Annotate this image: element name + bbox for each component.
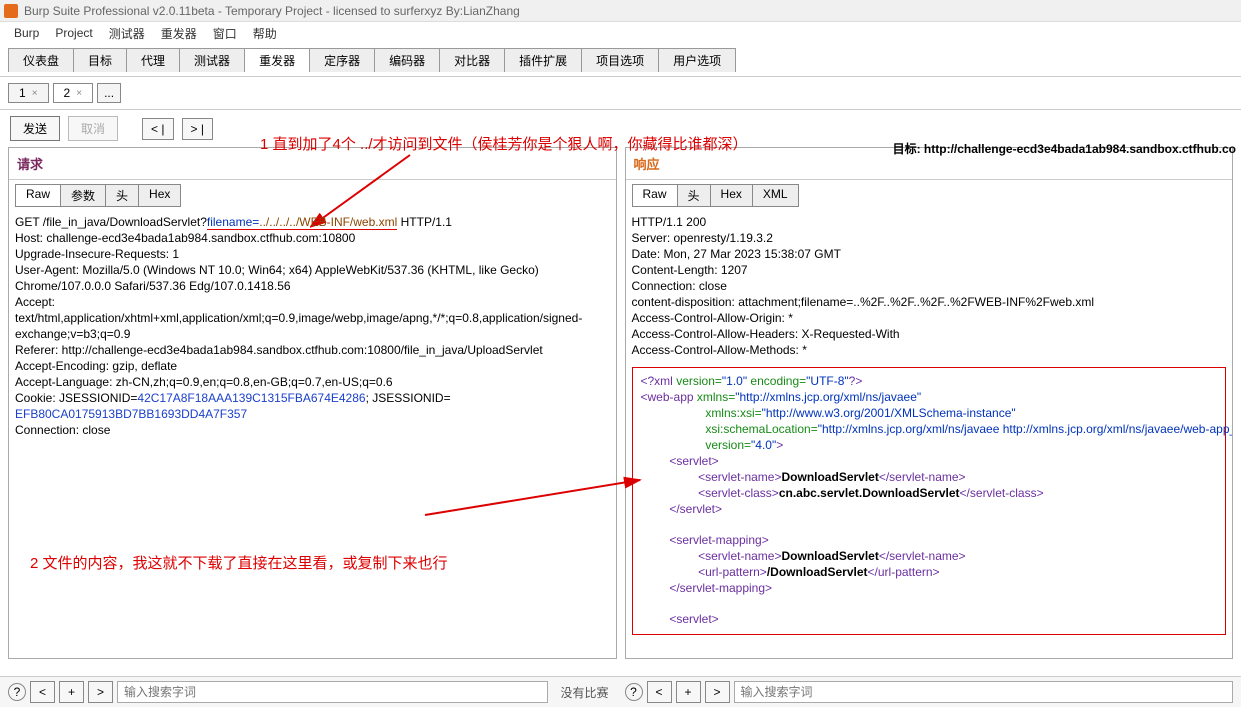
annotation-1: 1 直到加了4个 ../才访问到文件（侯桂芳你是个狠人啊，你藏得比谁都深） — [260, 133, 748, 154]
footer-left: ? < + > 没有比赛 — [8, 681, 617, 703]
search-prev[interactable]: < — [647, 681, 672, 703]
request-viewtabs: Raw 参数 头 Hex — [9, 180, 616, 211]
tab-comparer[interactable]: 对比器 — [439, 48, 505, 72]
footer: ? < + > 没有比赛 ? < + > — [0, 676, 1241, 707]
subtab-more[interactable]: ... — [97, 83, 121, 103]
menu-window[interactable]: 窗口 — [207, 23, 243, 44]
footer-right: ? < + > — [625, 681, 1234, 703]
no-match-label: 没有比赛 — [552, 684, 616, 701]
search-prev[interactable]: < — [30, 681, 55, 703]
res-view-headers[interactable]: 头 — [677, 184, 711, 207]
request-body[interactable]: GET /file_in_java/DownloadServlet?filena… — [9, 211, 616, 658]
target-label: 目标: http://challenge-ecd3e4bada1ab984.sa… — [893, 140, 1236, 157]
subtab-2[interactable]: 2× — [53, 83, 94, 103]
tab-useropts[interactable]: 用户选项 — [658, 48, 736, 72]
main-tabs: 仪表盘 目标 代理 测试器 重发器 定序器 编码器 对比器 插件扩展 项目选项 … — [0, 44, 1241, 77]
close-icon[interactable]: × — [76, 88, 82, 99]
nav-prev[interactable]: < | — [142, 118, 173, 140]
subtab-1[interactable]: 1× — [8, 83, 49, 103]
search-input-right[interactable] — [734, 681, 1233, 703]
request-text[interactable]: GET /file_in_java/DownloadServlet?filena… — [15, 215, 610, 439]
res-view-hex[interactable]: Hex — [710, 184, 753, 207]
menu-project[interactable]: Project — [49, 24, 98, 42]
response-viewtabs: Raw 头 Hex XML — [626, 180, 1233, 211]
annotation-2: 2 文件的内容，我这就不下载了直接在这里看，或复制下来也行 — [30, 552, 448, 573]
tab-sequencer[interactable]: 定序器 — [309, 48, 375, 72]
app-icon — [4, 4, 18, 18]
nav-next[interactable]: > | — [182, 118, 213, 140]
help-icon[interactable]: ? — [625, 683, 643, 701]
search-next[interactable]: > — [705, 681, 730, 703]
response-headers[interactable]: HTTP/1.1 200 Server: openresty/1.19.3.2 … — [632, 215, 1227, 359]
tab-intruder[interactable]: 测试器 — [179, 48, 245, 72]
req-view-raw[interactable]: Raw — [15, 184, 61, 207]
menu-repeater[interactable]: 重发器 — [155, 23, 203, 44]
res-view-xml[interactable]: XML — [752, 184, 799, 207]
menu-burp[interactable]: Burp — [8, 24, 45, 42]
req-view-hex[interactable]: Hex — [138, 184, 181, 207]
search-input-left[interactable] — [117, 681, 548, 703]
tab-target[interactable]: 目标 — [73, 48, 127, 72]
req-view-headers[interactable]: 头 — [105, 184, 139, 207]
tab-proxy[interactable]: 代理 — [126, 48, 180, 72]
response-body[interactable]: HTTP/1.1 200 Server: openresty/1.19.3.2 … — [626, 211, 1233, 658]
tab-repeater[interactable]: 重发器 — [244, 48, 310, 72]
send-button[interactable]: 发送 — [10, 116, 60, 141]
response-xml[interactable]: <?xml version="1.0" encoding="UTF-8"?> <… — [632, 367, 1227, 635]
tab-extender[interactable]: 插件扩展 — [504, 48, 582, 72]
search-add[interactable]: + — [59, 681, 84, 703]
menu-help[interactable]: 帮助 — [247, 23, 283, 44]
close-icon[interactable]: × — [32, 88, 38, 99]
menubar: Burp Project 测试器 重发器 窗口 帮助 — [0, 22, 1241, 44]
search-add[interactable]: + — [676, 681, 701, 703]
menu-intruder[interactable]: 测试器 — [103, 23, 151, 44]
req-view-params[interactable]: 参数 — [60, 184, 106, 207]
search-next[interactable]: > — [88, 681, 113, 703]
tab-projectopts[interactable]: 项目选项 — [581, 48, 659, 72]
tab-dashboard[interactable]: 仪表盘 — [8, 48, 74, 72]
res-view-raw[interactable]: Raw — [632, 184, 678, 207]
tab-decoder[interactable]: 编码器 — [374, 48, 440, 72]
request-pane: 请求 Raw 参数 头 Hex GET /file_in_java/Downlo… — [8, 147, 617, 659]
repeater-subtabs: 1× 2× ... — [0, 77, 1241, 110]
titlebar: Burp Suite Professional v2.0.11beta - Te… — [0, 0, 1241, 22]
response-pane: 响应 Raw 头 Hex XML HTTP/1.1 200 Server: op… — [625, 147, 1234, 659]
split-panes: 请求 Raw 参数 头 Hex GET /file_in_java/Downlo… — [0, 147, 1241, 659]
help-icon[interactable]: ? — [8, 683, 26, 701]
cancel-button[interactable]: 取消 — [68, 116, 118, 141]
window-title: Burp Suite Professional v2.0.11beta - Te… — [24, 4, 520, 18]
